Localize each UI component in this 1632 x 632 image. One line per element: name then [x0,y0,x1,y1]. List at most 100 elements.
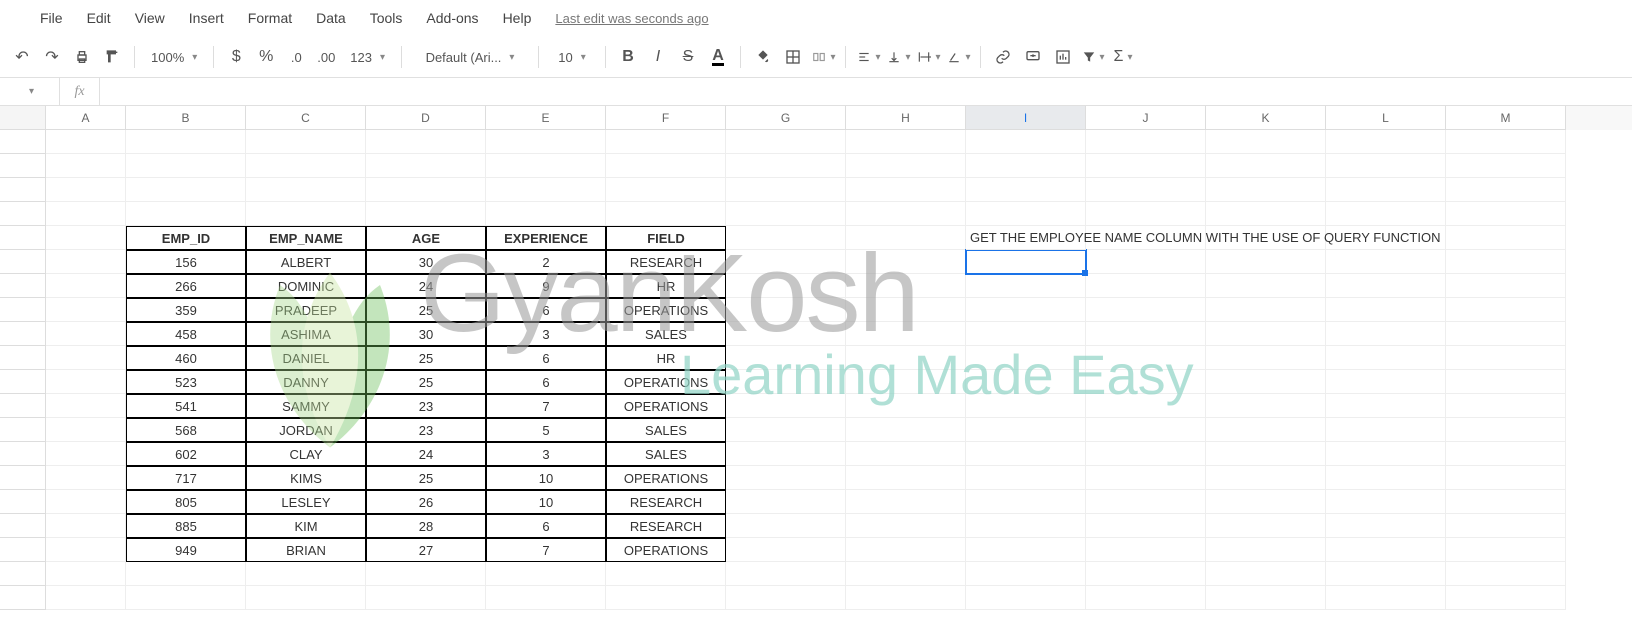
cell[interactable]: 6 [486,514,606,538]
cell[interactable] [1446,154,1566,178]
insert-comment-button[interactable] [1019,43,1047,71]
cell[interactable] [246,178,366,202]
fill-color-button[interactable] [749,43,777,71]
cell[interactable] [966,154,1086,178]
row-header[interactable] [0,202,46,226]
cell[interactable] [1086,202,1206,226]
cell[interactable] [126,178,246,202]
cell[interactable] [1326,514,1446,538]
row-header[interactable] [0,178,46,202]
cell[interactable]: 23 [366,394,486,418]
cell[interactable]: 23 [366,418,486,442]
cell[interactable] [1206,346,1326,370]
cell[interactable]: RESEARCH [606,490,726,514]
cell[interactable]: 6 [486,298,606,322]
cell[interactable] [726,370,846,394]
cell[interactable]: 7 [486,538,606,562]
cell[interactable] [46,178,126,202]
row-header[interactable] [0,346,46,370]
cell[interactable] [46,250,126,274]
cell[interactable]: 460 [126,346,246,370]
cell[interactable] [846,250,966,274]
cell[interactable] [46,538,126,562]
cell[interactable] [726,490,846,514]
font-select[interactable]: Default (Ari... [410,43,530,71]
cell[interactable] [606,586,726,610]
cell[interactable] [966,178,1086,202]
cell[interactable] [846,442,966,466]
column-header-M[interactable]: M [1446,106,1566,130]
cell[interactable] [846,586,966,610]
menu-file[interactable]: File [30,6,73,30]
cell[interactable] [46,466,126,490]
cell[interactable] [1086,418,1206,442]
cell[interactable] [1326,490,1446,514]
currency-icon[interactable]: $ [222,43,250,71]
increase-decimal-icon[interactable]: .00 [312,43,340,71]
menu-edit[interactable]: Edit [77,6,121,30]
cell[interactable] [1446,442,1566,466]
row-header[interactable] [0,490,46,514]
cell[interactable] [846,130,966,154]
cell[interactable] [1086,178,1206,202]
cell[interactable] [46,130,126,154]
cell[interactable] [846,274,966,298]
cell[interactable] [846,298,966,322]
cell[interactable]: ASHIMA [246,322,366,346]
cell[interactable] [126,130,246,154]
cell[interactable] [966,586,1086,610]
cell[interactable] [1446,514,1566,538]
cell[interactable] [366,586,486,610]
cell[interactable] [726,538,846,562]
cell[interactable] [1206,466,1326,490]
cell[interactable] [846,466,966,490]
cell[interactable] [846,226,966,250]
text-wrap-button[interactable] [914,43,942,71]
cell[interactable]: OPERATIONS [606,538,726,562]
cell[interactable] [966,130,1086,154]
cell[interactable]: 568 [126,418,246,442]
cell[interactable] [1446,178,1566,202]
cell[interactable] [46,418,126,442]
cell[interactable] [46,370,126,394]
cell[interactable]: SALES [606,418,726,442]
vertical-align-button[interactable] [884,43,912,71]
redo-icon[interactable]: ↷ [38,43,66,71]
cell[interactable] [46,298,126,322]
cell[interactable]: EXPERIENCE [486,226,606,250]
cell[interactable] [1206,586,1326,610]
cell[interactable] [726,322,846,346]
row-header[interactable] [0,586,46,610]
cell[interactable]: 30 [366,322,486,346]
cell[interactable]: 28 [366,514,486,538]
row-header[interactable] [0,370,46,394]
cell[interactable] [126,562,246,586]
cell[interactable] [606,562,726,586]
cell[interactable]: 9 [486,274,606,298]
cell[interactable] [726,154,846,178]
row-header[interactable] [0,514,46,538]
cell[interactable] [126,154,246,178]
cell[interactable] [846,538,966,562]
cell[interactable] [1086,298,1206,322]
cell[interactable] [966,514,1086,538]
cell[interactable] [1206,298,1326,322]
cell[interactable]: 3 [486,322,606,346]
cell[interactable] [606,178,726,202]
cell[interactable] [966,250,1086,274]
cell[interactable] [846,394,966,418]
cell[interactable]: 26 [366,490,486,514]
cell[interactable] [46,442,126,466]
cell[interactable] [46,346,126,370]
cell[interactable]: 523 [126,370,246,394]
cell[interactable] [246,154,366,178]
cell[interactable] [1206,154,1326,178]
column-header-D[interactable]: D [366,106,486,130]
cell[interactable] [726,250,846,274]
text-rotation-button[interactable] [944,43,972,71]
menu-add-ons[interactable]: Add-ons [416,6,488,30]
cell[interactable]: 949 [126,538,246,562]
cell[interactable] [1206,274,1326,298]
cell[interactable] [726,562,846,586]
cell[interactable] [1326,466,1446,490]
